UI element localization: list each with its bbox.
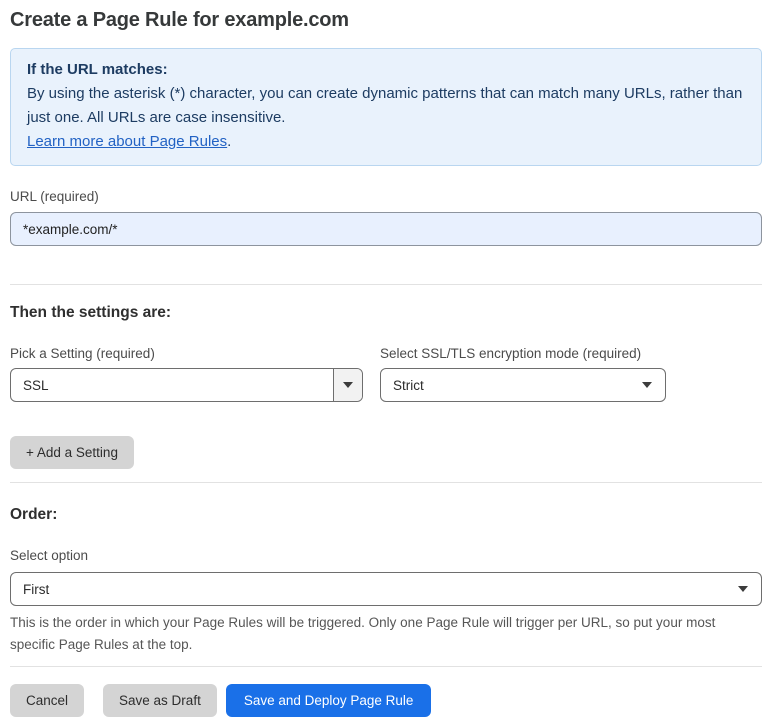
footer-actions: Cancel Save as Draft Save and Deploy Pag… (10, 684, 762, 717)
chevron-down-icon (738, 586, 761, 592)
divider (10, 666, 762, 667)
cancel-button[interactable]: Cancel (10, 684, 85, 717)
save-deploy-button[interactable]: Save and Deploy Page Rule (225, 684, 432, 717)
divider (10, 284, 762, 285)
learn-more-link[interactable]: Learn more about Page Rules (27, 133, 227, 150)
chevron-down-icon (333, 369, 362, 401)
url-match-info-box: If the URL matches: By using the asteris… (10, 48, 762, 166)
save-draft-button[interactable]: Save as Draft (103, 684, 217, 717)
create-page-rule-page: Create a Page Rule for example.com If th… (0, 8, 772, 717)
info-box-body: By using the asterisk (*) character, you… (27, 85, 743, 126)
ssl-mode-label: Select SSL/TLS encryption mode (required… (380, 346, 642, 361)
link-suffix-period: . (227, 133, 232, 150)
chevron-down-icon (642, 382, 665, 388)
info-box-heading: If the URL matches: (27, 61, 168, 78)
page-title: Create a Page Rule for example.com (10, 9, 349, 31)
pick-setting-label: Pick a Setting (required) (10, 346, 155, 361)
ssl-mode-selected-value: Strict (393, 377, 424, 393)
pick-setting-field: Pick a Setting (required) SSL (10, 346, 363, 402)
pick-setting-select[interactable]: SSL (10, 368, 363, 402)
info-box-link-line: Learn more about Page Rules. (27, 130, 745, 154)
order-help-text: This is the order in which your Page Rul… (10, 615, 716, 652)
order-section-heading: Order: (10, 506, 58, 523)
settings-selects-row: Pick a Setting (required) SSL Select SSL… (10, 346, 762, 402)
url-label: URL (required) (10, 189, 99, 204)
url-input[interactable] (10, 212, 762, 246)
order-select-label: Select option (10, 548, 89, 563)
ssl-mode-select[interactable]: Strict (380, 368, 666, 402)
ssl-mode-field: Select SSL/TLS encryption mode (required… (380, 346, 666, 402)
pick-setting-selected-value: SSL (23, 377, 49, 393)
order-select[interactable]: First (10, 572, 762, 606)
settings-section-heading: Then the settings are: (10, 304, 172, 321)
divider (10, 482, 762, 483)
add-setting-button[interactable]: + Add a Setting (10, 436, 134, 469)
order-selected-value: First (23, 581, 50, 597)
